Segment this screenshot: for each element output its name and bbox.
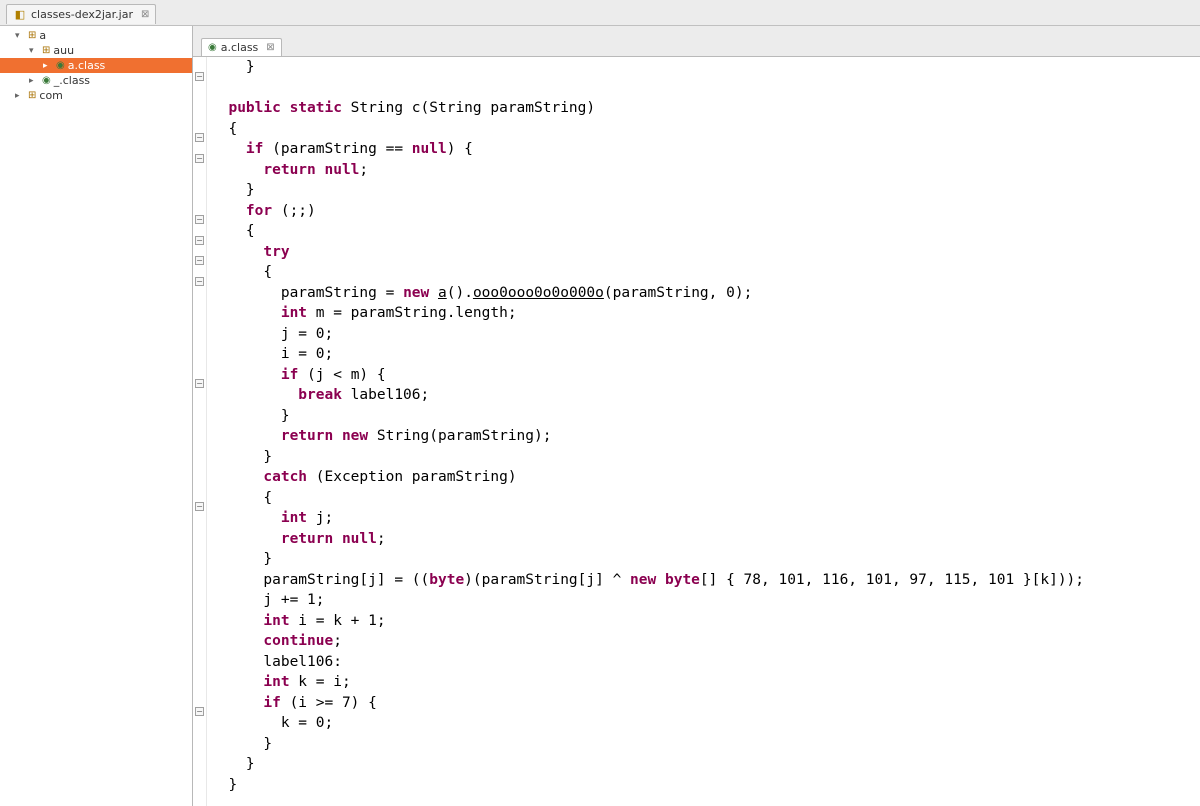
fold-toggle-icon[interactable]: − bbox=[195, 154, 204, 163]
tree-item-com[interactable]: ▸ ⊞ com bbox=[0, 88, 192, 103]
close-icon[interactable]: ⊠ bbox=[141, 9, 149, 20]
editor-tab-a-class[interactable]: ◉ a.class ⊠ bbox=[201, 38, 282, 56]
class-icon: ◉ bbox=[42, 75, 51, 86]
top-tab-bar: ◧ classes-dex2jar.jar ⊠ bbox=[0, 0, 1200, 26]
tree-item-label: a.class bbox=[68, 59, 106, 72]
chevron-right-icon[interactable]: ▸ bbox=[29, 76, 39, 86]
tree-item-label: com bbox=[39, 89, 63, 102]
gutter[interactable]: − − − − − − − − − − bbox=[193, 57, 207, 806]
tree-item-label: auu bbox=[53, 44, 74, 57]
fold-toggle-icon[interactable]: − bbox=[195, 379, 204, 388]
tree-item-label: a bbox=[39, 29, 46, 42]
editor-pane: ◉ a.class ⊠ − − − − − − − − − − } public static S… bbox=[193, 26, 1200, 806]
tree-item-label: _.class bbox=[54, 74, 90, 87]
code-content[interactable]: } public static String c(String paramStr… bbox=[207, 57, 1200, 806]
chevron-right-icon[interactable]: ▸ bbox=[43, 61, 53, 71]
chevron-down-icon[interactable]: ▾ bbox=[15, 31, 25, 41]
editor-tab-label: a.class bbox=[221, 41, 259, 54]
editor-tab-bar: ◉ a.class ⊠ bbox=[193, 26, 1200, 56]
package-icon: ⊞ bbox=[28, 30, 36, 41]
fold-toggle-icon[interactable]: − bbox=[195, 707, 204, 716]
jar-tab-label: classes-dex2jar.jar bbox=[31, 8, 133, 21]
package-icon: ⊞ bbox=[42, 45, 50, 56]
tree-item-auu[interactable]: ▾ ⊞ auu bbox=[0, 43, 192, 58]
tree-item-underscore-class[interactable]: ▸ ◉ _.class bbox=[0, 73, 192, 88]
fold-toggle-icon[interactable]: − bbox=[195, 502, 204, 511]
class-icon: ◉ bbox=[208, 42, 217, 53]
code-area: − − − − − − − − − − } public static String c(Stri… bbox=[193, 56, 1200, 806]
class-icon: ◉ bbox=[56, 60, 65, 71]
close-icon[interactable]: ⊠ bbox=[266, 42, 274, 53]
fold-toggle-icon[interactable]: − bbox=[195, 215, 204, 224]
jar-tab[interactable]: ◧ classes-dex2jar.jar ⊠ bbox=[6, 4, 156, 24]
fold-toggle-icon[interactable]: − bbox=[195, 277, 204, 286]
chevron-down-icon[interactable]: ▾ bbox=[29, 46, 39, 56]
tree-item-a-class[interactable]: ▸ ◉ a.class bbox=[0, 58, 192, 73]
fold-toggle-icon[interactable]: − bbox=[195, 133, 204, 142]
jar-icon: ◧ bbox=[13, 8, 27, 22]
fold-toggle-icon[interactable]: − bbox=[195, 236, 204, 245]
tree-item-a[interactable]: ▾ ⊞ a bbox=[0, 28, 192, 43]
chevron-right-icon[interactable]: ▸ bbox=[15, 91, 25, 101]
package-explorer[interactable]: ▾ ⊞ a ▾ ⊞ auu ▸ ◉ a.class ▸ ◉ _.class ▸ … bbox=[0, 26, 193, 806]
package-icon: ⊞ bbox=[28, 90, 36, 101]
fold-toggle-icon[interactable]: − bbox=[195, 256, 204, 265]
main-area: ▾ ⊞ a ▾ ⊞ auu ▸ ◉ a.class ▸ ◉ _.class ▸ … bbox=[0, 26, 1200, 806]
fold-toggle-icon[interactable]: − bbox=[195, 72, 204, 81]
